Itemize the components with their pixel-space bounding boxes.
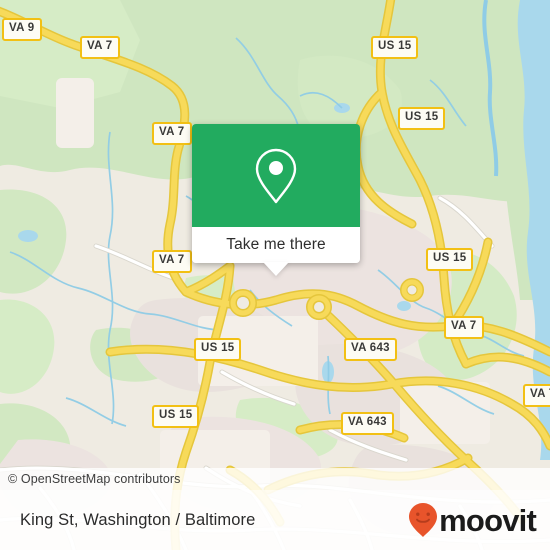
road-shield: VA 7 [152,250,192,273]
road-shield: US 15 [194,338,242,361]
popup-callout-tail [263,262,289,276]
road-shield: US 15 [371,36,419,59]
moovit-smiling-pin-icon [409,503,438,537]
osm-attribution[interactable]: © OpenStreetMap contributors [0,472,181,486]
attribution-bar: © OpenStreetMap contributors [0,468,550,490]
road-shield: VA 7 [444,316,484,339]
moovit-wordmark: moovit [439,502,537,538]
location-title: King St, Washington / Baltimore [20,510,256,529]
popup-icon-panel [192,124,360,227]
map-screenshot: VA 9 VA 7 US 15 US 15 VA 7 VA 7 US 15 VA 7 US 15… [0,0,550,550]
map-pin-icon [255,148,297,203]
take-me-there-button[interactable]: Take me there [192,227,360,263]
road-shield: US 15 [426,248,474,271]
road-shield: VA 643 [341,412,394,435]
road-shield: US 15 [152,405,200,428]
take-me-there-popup[interactable]: Take me there [192,124,360,276]
road-shield: US 15 [398,107,446,130]
footer-bar: King St, Washington / Baltimore moovit [0,490,550,550]
road-shield: VA 7 [523,384,550,407]
road-shield: VA 7 [80,36,120,59]
moovit-logo[interactable]: moovit [408,502,550,538]
road-shield: VA 7 [152,122,192,145]
road-shield: VA 9 [2,18,42,41]
road-shield: VA 643 [344,338,397,361]
